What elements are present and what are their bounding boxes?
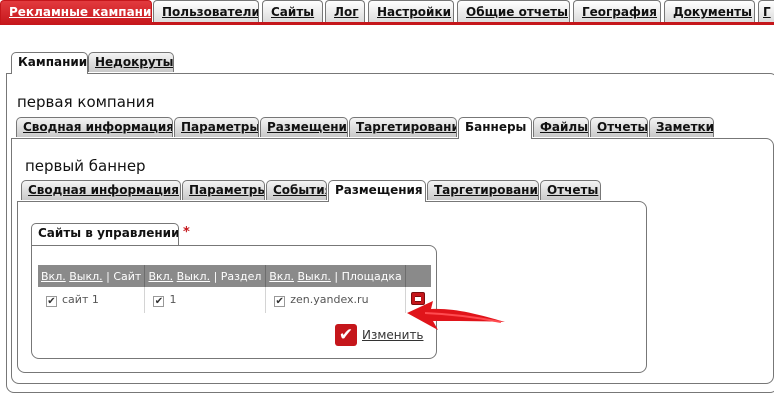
tab-underdelivery[interactable]: Недокруты — [88, 52, 174, 72]
header-separator: | — [106, 269, 110, 283]
select-all-sections-link[interactable]: Вкл. — [148, 270, 173, 283]
site-name: сайт 1 — [62, 293, 99, 306]
tab-campaign-notes[interactable]: Заметки — [649, 117, 714, 137]
tab-campaigns[interactable]: Кампании — [11, 52, 88, 74]
tab-banner-targeting[interactable]: Таргетирование — [427, 180, 539, 200]
toptab-sites[interactable]: Сайты — [262, 0, 323, 22]
tab-campaign-summary[interactable]: Сводная информация — [16, 117, 173, 137]
deselect-all-sections-link[interactable]: Выкл. — [177, 270, 210, 283]
table-header: Вкл. Выкл. | Сайт Вкл. Выкл. | Раздел Вк… — [38, 265, 431, 287]
change-button[interactable]: ✔ Изменить — [335, 324, 424, 346]
cell-place: ✔ zen.yandex.ru — [265, 287, 406, 313]
header-place: Вкл. Выкл. | Площадка — [265, 265, 406, 287]
tab-banner-placements[interactable]: Размещения — [328, 180, 426, 202]
cell-site: ✔ сайт 1 — [38, 287, 146, 313]
table-row: ✔ сайт 1 ✔ 1 ✔ zen.yandex.ru — [38, 287, 431, 313]
toptab-documents[interactable]: Документы — [664, 0, 755, 22]
tab-campaign-placement[interactable]: Размещение — [260, 117, 348, 137]
placements-table: Вкл. Выкл. | Сайт Вкл. Выкл. | Раздел Вк… — [38, 265, 431, 313]
tab-campaign-params[interactable]: Параметры — [174, 117, 259, 137]
campaign-title: первая компания — [17, 93, 155, 111]
tab-campaign-reports[interactable]: Отчеты — [590, 117, 648, 137]
toptab-log[interactable]: Лог — [325, 0, 365, 22]
modified-marker: * — [183, 225, 190, 240]
deselect-all-sites-link[interactable]: Выкл. — [69, 270, 102, 283]
checkmark-icon: ✔ — [335, 324, 357, 346]
cell-section: ✔ 1 — [144, 287, 267, 313]
tab-banner-params[interactable]: Параметры — [182, 180, 265, 200]
banner-title: первый баннер — [25, 157, 146, 175]
header-site-label: Сайт — [113, 269, 142, 283]
site-checkbox[interactable]: ✔ — [46, 296, 57, 307]
header-separator: | — [334, 269, 339, 283]
header-section-label: Раздел — [220, 269, 262, 283]
header-actions — [405, 265, 431, 287]
deselect-all-places-link[interactable]: Выкл. — [297, 270, 330, 283]
tab-campaign-files[interactable]: Файлы — [533, 117, 589, 137]
section-name: 1 — [169, 293, 177, 306]
change-link[interactable]: Изменить — [362, 328, 424, 342]
tab-managed-sites[interactable]: Сайты в управлении — [31, 223, 179, 245]
header-place-label: Площадка — [341, 269, 402, 283]
place-name: zen.yandex.ru — [290, 293, 369, 306]
select-all-places-link[interactable]: Вкл. — [269, 270, 294, 283]
header-section: Вкл. Выкл. | Раздел — [144, 265, 267, 287]
tab-campaign-banners[interactable]: Баннеры — [458, 117, 532, 139]
tab-banner-summary[interactable]: Сводная информация — [21, 180, 181, 200]
toptab-users[interactable]: Пользователи — [153, 0, 259, 22]
toptab-geography[interactable]: География — [573, 0, 661, 22]
place-checkbox[interactable]: ✔ — [274, 296, 286, 307]
header-site: Вкл. Выкл. | Сайт — [38, 265, 146, 287]
section-checkbox[interactable]: ✔ — [153, 296, 165, 307]
toptab-settings[interactable]: Настройки — [368, 0, 454, 22]
tab-banner-events[interactable]: События — [266, 180, 327, 200]
tab-campaign-targeting[interactable]: Таргетирование — [349, 117, 457, 137]
toptab-more[interactable]: Г — [758, 0, 774, 22]
tab-banner-reports[interactable]: Отчеты — [540, 180, 601, 200]
select-all-sites-link[interactable]: Вкл. — [41, 270, 66, 283]
toptab-campaigns[interactable]: Рекламные кампании — [0, 0, 152, 25]
toptab-general-reports[interactable]: Общие отчеты — [457, 0, 570, 22]
header-separator: | — [213, 269, 218, 283]
top-navigation: Рекламные кампании Пользователи Сайты Ло… — [0, 0, 774, 25]
